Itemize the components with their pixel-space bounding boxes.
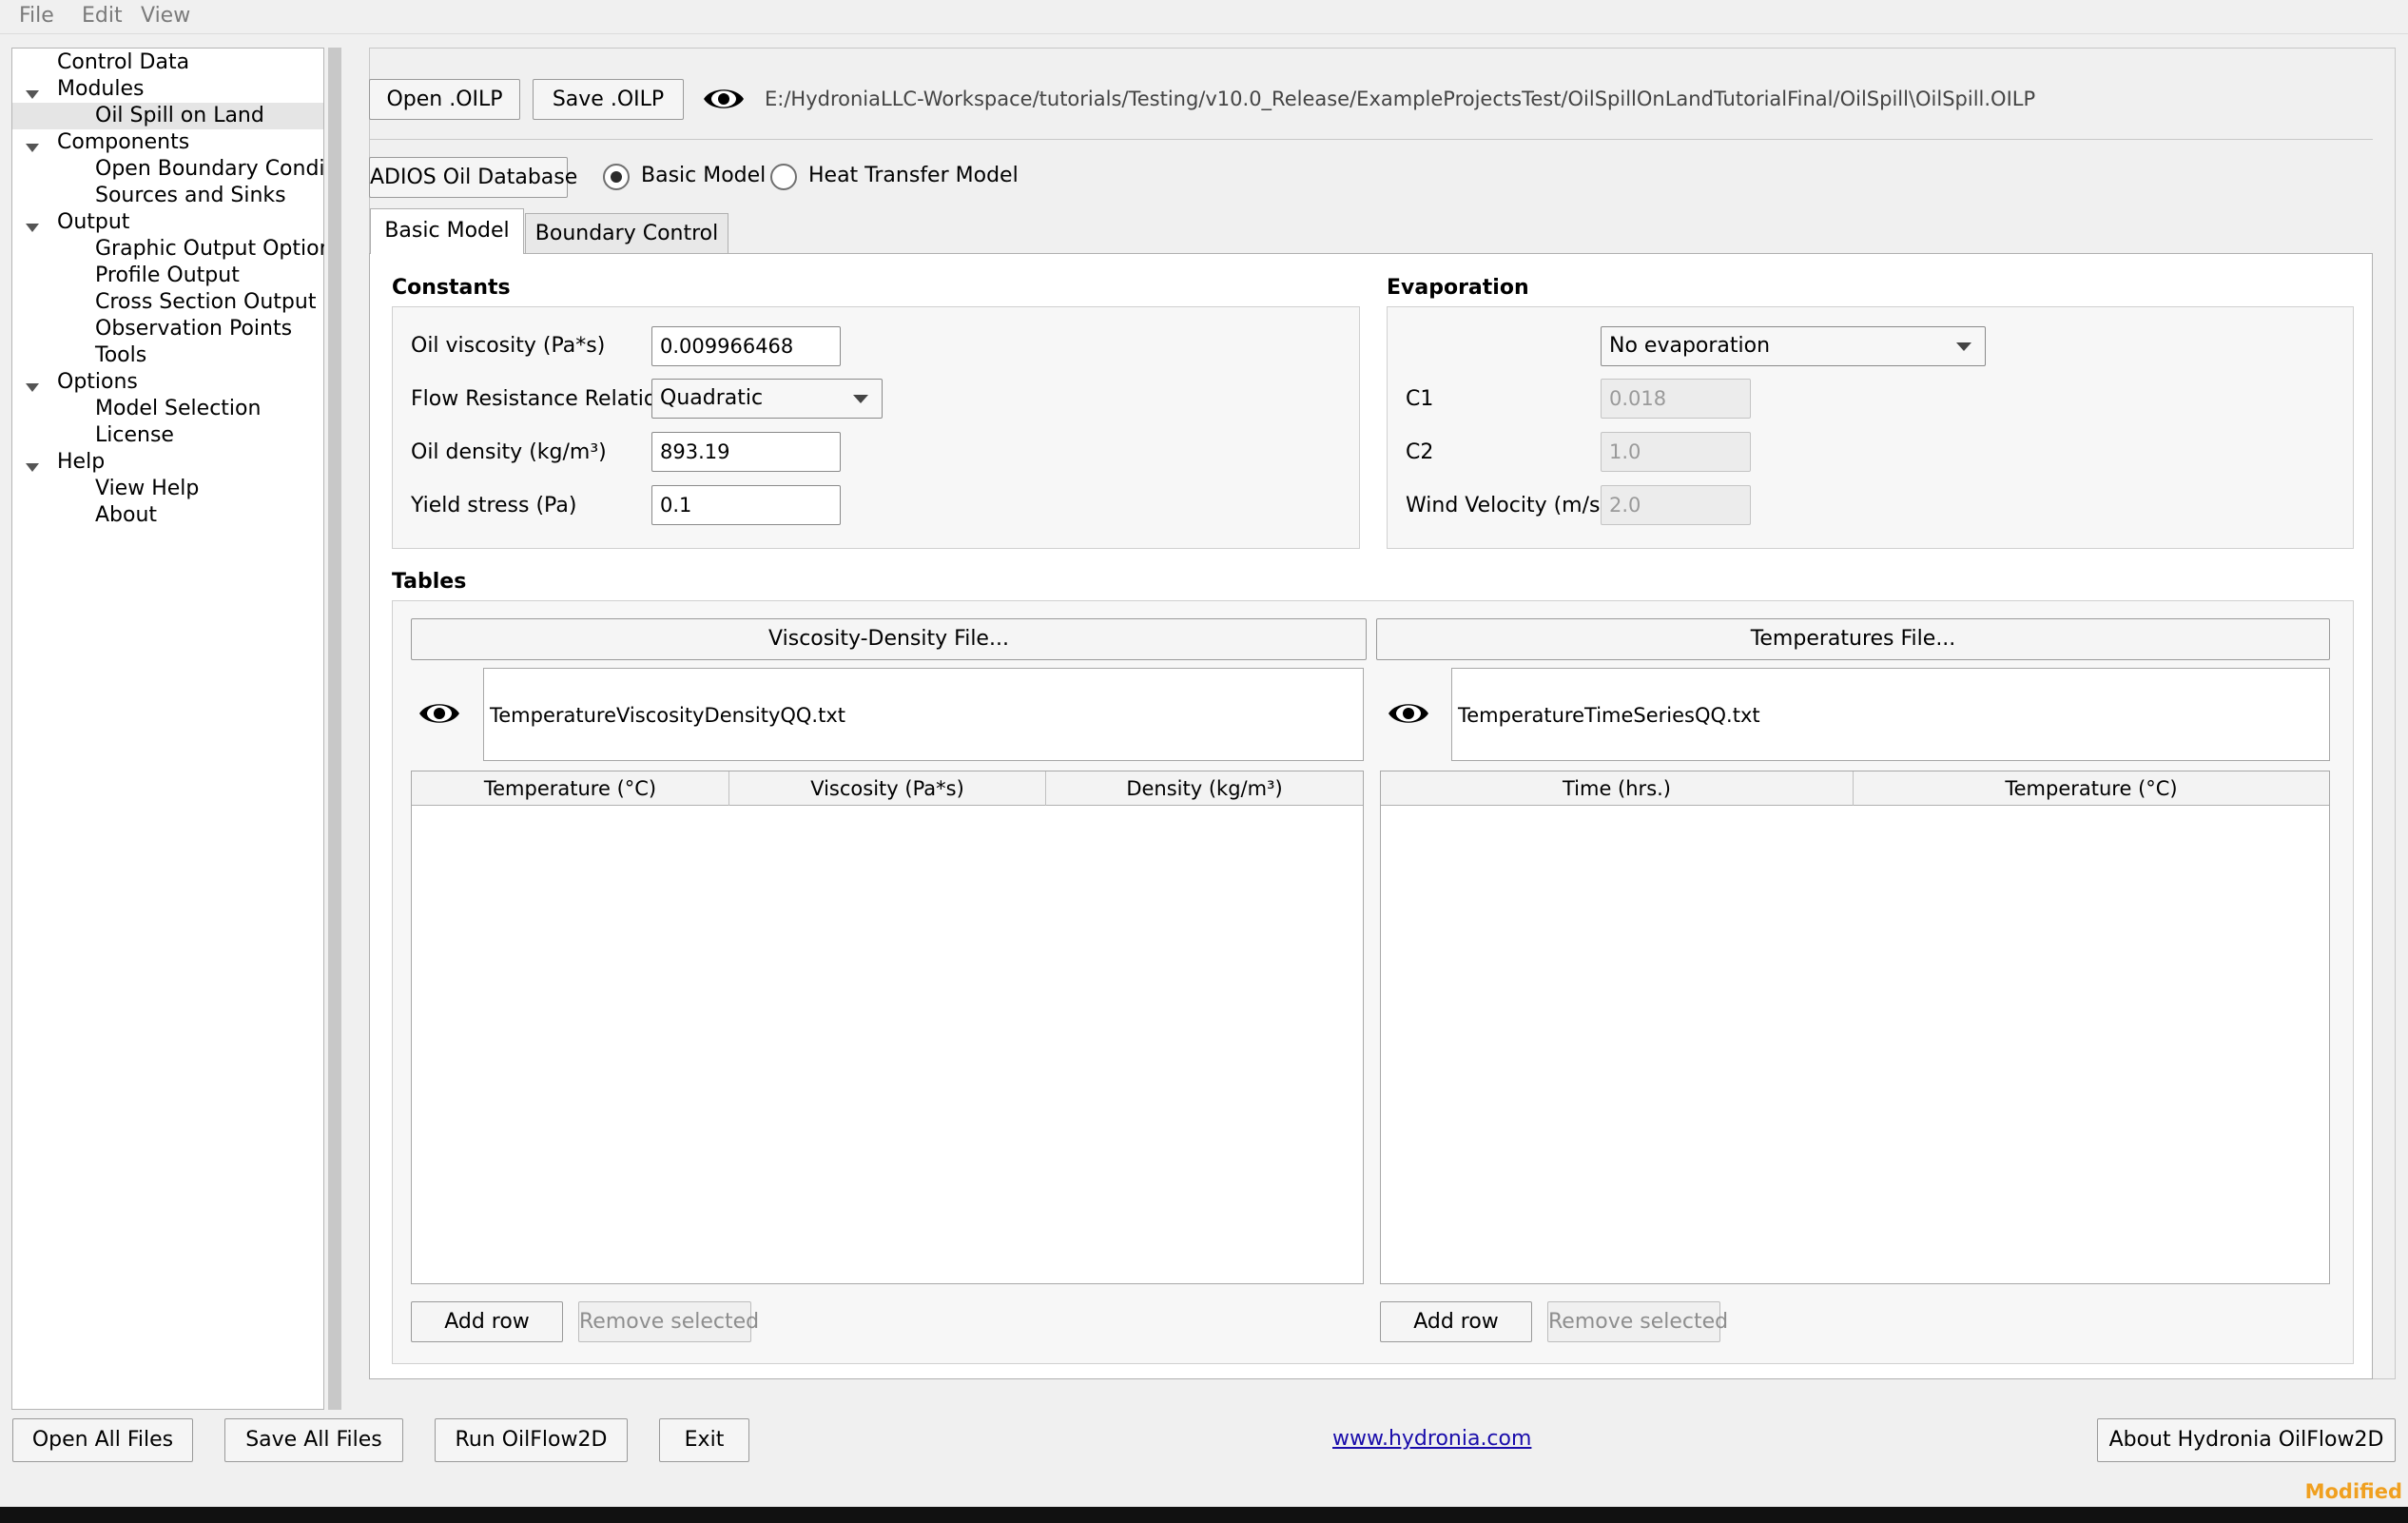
c1-input[interactable]: 0.018 bbox=[1601, 379, 1751, 419]
table-header: Time (hrs.) Temperature (°C) bbox=[1381, 771, 2329, 806]
tree-item-view-help[interactable]: View Help bbox=[95, 476, 199, 502]
tree-item-modules[interactable]: Modules bbox=[57, 76, 144, 103]
temperature-time-series-table[interactable]: Time (hrs.) Temperature (°C) bbox=[1380, 771, 2330, 1284]
evaporation-title: Evaporation bbox=[1387, 276, 1529, 300]
yield-stress-input[interactable]: 0.1 bbox=[651, 485, 841, 525]
tree-item-tools[interactable]: Tools bbox=[95, 342, 146, 369]
column-header-temperature[interactable]: Temperature (°C) bbox=[1854, 771, 2329, 806]
tree-item-help[interactable]: Help bbox=[57, 449, 105, 476]
heat-transfer-model-radio[interactable] bbox=[770, 164, 797, 190]
tree-item-model-selection[interactable]: Model Selection bbox=[95, 396, 261, 422]
flow-resistance-value: Quadratic bbox=[660, 386, 764, 410]
tree-item-license[interactable]: License bbox=[95, 422, 174, 449]
open-oilp-button[interactable]: Open .OILP bbox=[369, 79, 520, 120]
c2-input[interactable]: 1.0 bbox=[1601, 432, 1751, 472]
heat-transfer-model-radio-label: Heat Transfer Model bbox=[808, 164, 1019, 187]
tree-item-graphic-output[interactable]: Graphic Output Options bbox=[95, 236, 343, 263]
tab-boundary-control[interactable]: Boundary Control bbox=[525, 213, 728, 253]
exit-button[interactable]: Exit bbox=[659, 1418, 749, 1462]
save-oilp-button[interactable]: Save .OILP bbox=[533, 79, 684, 120]
menu-view[interactable]: View bbox=[141, 4, 190, 28]
viscosity-density-file-name: TemperatureViscosityDensityQQ.txt bbox=[483, 668, 1364, 761]
run-oilflow2d-button[interactable]: Run OilFlow2D bbox=[435, 1418, 628, 1462]
save-all-files-button[interactable]: Save All Files bbox=[224, 1418, 403, 1462]
oil-viscosity-input[interactable]: 0.009966468 bbox=[651, 326, 841, 366]
table-header: Temperature (°C) Viscosity (Pa*s) Densit… bbox=[412, 771, 1363, 806]
menu-file[interactable]: File bbox=[19, 4, 54, 28]
navigation-tree: Control Data Modules Oil Spill on Land C… bbox=[11, 48, 345, 1410]
tree-item-about[interactable]: About bbox=[95, 502, 157, 529]
chevron-down-icon bbox=[853, 395, 868, 403]
tree-item-cross-section[interactable]: Cross Section Output bbox=[95, 289, 316, 316]
eye-icon[interactable] bbox=[702, 84, 746, 114]
tree-item-profile-output[interactable]: Profile Output bbox=[95, 263, 240, 289]
wind-velocity-label: Wind Velocity (m/s) bbox=[1406, 494, 1609, 517]
tree-item-control-data[interactable]: Control Data bbox=[57, 49, 189, 76]
chevron-down-icon bbox=[1956, 342, 1971, 351]
menu-edit[interactable]: Edit bbox=[82, 4, 123, 28]
add-row-button[interactable]: Add row bbox=[411, 1301, 563, 1342]
website-link[interactable]: www.hydronia.com bbox=[1332, 1427, 1531, 1451]
open-all-files-button[interactable]: Open All Files bbox=[12, 1418, 193, 1462]
file-path-label: E:/HydroniaLLC-Workspace/tutorials/Testi… bbox=[765, 88, 2036, 110]
adios-oil-database-button[interactable]: ADIOS Oil Database bbox=[369, 157, 577, 198]
expand-arrow-icon[interactable] bbox=[26, 144, 39, 152]
column-header-viscosity[interactable]: Viscosity (Pa*s) bbox=[729, 771, 1046, 806]
evaporation-mode-combo[interactable]: No evaporation bbox=[1601, 326, 1986, 366]
c1-label: C1 bbox=[1406, 387, 1434, 411]
remove-selected-button[interactable]: Remove selected bbox=[1547, 1301, 1728, 1342]
evaporation-mode-value: No evaporation bbox=[1609, 334, 1771, 358]
tables-title: Tables bbox=[392, 570, 467, 594]
oil-viscosity-label: Oil viscosity (Pa*s) bbox=[411, 334, 606, 358]
basic-model-radio-label: Basic Model bbox=[641, 164, 767, 187]
column-header-temperature[interactable]: Temperature (°C) bbox=[412, 771, 729, 806]
separator-line bbox=[369, 139, 2373, 140]
flow-resistance-combo[interactable]: Quadratic bbox=[651, 379, 883, 419]
expand-arrow-icon[interactable] bbox=[26, 383, 39, 392]
tree-item-open-boundary[interactable]: Open Boundary Condi... bbox=[95, 156, 345, 183]
oil-density-label: Oil density (kg/m³) bbox=[411, 440, 607, 464]
c2-label: C2 bbox=[1406, 440, 1434, 464]
status-modified: Modified bbox=[2304, 1480, 2402, 1503]
remove-selected-button[interactable]: Remove selected bbox=[578, 1301, 759, 1342]
viscosity-density-table[interactable]: Temperature (°C) Viscosity (Pa*s) Densit… bbox=[411, 771, 1364, 1284]
tree-item-sources-sinks[interactable]: Sources and Sinks bbox=[95, 183, 286, 209]
yield-stress-label: Yield stress (Pa) bbox=[411, 494, 577, 517]
splitter-handle[interactable] bbox=[324, 48, 345, 1410]
tree-item-options[interactable]: Options bbox=[57, 369, 138, 396]
tree-item-observation-points[interactable]: Observation Points bbox=[95, 316, 292, 342]
column-header-time[interactable]: Time (hrs.) bbox=[1381, 771, 1854, 806]
oil-density-input[interactable]: 893.19 bbox=[651, 432, 841, 472]
flow-resistance-label: Flow Resistance Relation bbox=[411, 387, 670, 411]
eye-icon[interactable] bbox=[1387, 698, 1430, 729]
splitter-grip[interactable] bbox=[328, 48, 341, 1410]
expand-arrow-icon[interactable] bbox=[26, 224, 39, 232]
tree-item-oil-spill-on-land[interactable]: Oil Spill on Land bbox=[95, 103, 264, 129]
tree-item-output[interactable]: Output bbox=[57, 209, 129, 236]
temperatures-file-name: TemperatureTimeSeriesQQ.txt bbox=[1451, 668, 2330, 761]
wind-velocity-input[interactable]: 2.0 bbox=[1601, 485, 1751, 525]
tab-basic-model[interactable]: Basic Model bbox=[370, 208, 524, 254]
status-bar-strip bbox=[0, 1507, 2408, 1523]
add-row-button[interactable]: Add row bbox=[1380, 1301, 1532, 1342]
tree-item-components[interactable]: Components bbox=[57, 129, 189, 156]
expand-arrow-icon[interactable] bbox=[26, 90, 39, 99]
column-header-density[interactable]: Density (kg/m³) bbox=[1046, 771, 1363, 806]
eye-icon[interactable] bbox=[418, 698, 461, 729]
menu-bar: File Edit View bbox=[0, 0, 2408, 34]
expand-arrow-icon[interactable] bbox=[26, 463, 39, 472]
temperatures-file-button[interactable]: Temperatures File... bbox=[1376, 618, 2330, 660]
constants-title: Constants bbox=[392, 276, 511, 300]
about-hydronia-button[interactable]: About Hydronia OilFlow2D bbox=[2097, 1418, 2396, 1462]
basic-model-radio[interactable] bbox=[603, 164, 630, 190]
viscosity-density-file-button[interactable]: Viscosity-Density File... bbox=[411, 618, 1367, 660]
